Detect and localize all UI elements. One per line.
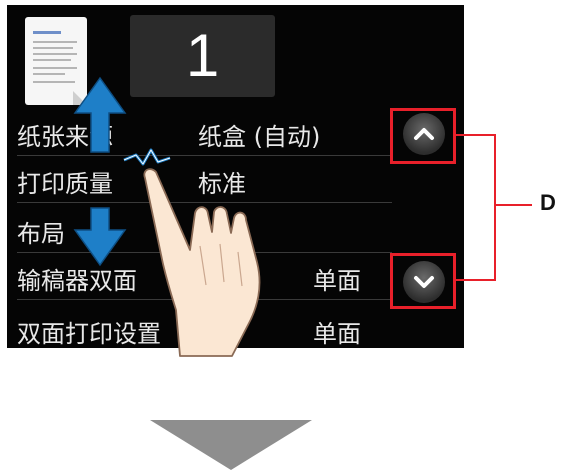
setting-row-print-quality[interactable]: 打印质量 标准 xyxy=(17,160,392,203)
callout-label: D xyxy=(540,190,556,215)
setting-label: 纸张来源 xyxy=(17,123,113,151)
setting-value: 标准 xyxy=(198,170,246,198)
callout-line-bottom xyxy=(456,279,496,281)
copies-field[interactable]: 1 xyxy=(130,15,275,97)
setting-value: 纸盒 (自动) xyxy=(198,123,321,151)
setting-row-adf-duplex[interactable]: 输稿器双面 单面 xyxy=(17,257,392,300)
setting-value: 单面 xyxy=(313,267,361,295)
callout-line-top xyxy=(456,134,496,136)
callout-pointer xyxy=(494,204,532,206)
setting-label: 打印质量 xyxy=(17,170,113,198)
setting-row-layout[interactable]: 布局 xyxy=(17,210,392,253)
setting-label: 双面打印设置 xyxy=(17,320,161,348)
callout-bracket xyxy=(494,134,496,281)
setting-label: 布局 xyxy=(17,220,65,248)
scroll-up-highlight xyxy=(390,108,456,164)
setting-row-paper-source[interactable]: 纸张来源 纸盒 (自动) xyxy=(17,113,392,156)
down-arrow-icon xyxy=(150,420,312,470)
copies-count: 1 xyxy=(185,22,220,89)
document-preview-icon[interactable] xyxy=(25,17,87,105)
setting-value: 单面 xyxy=(313,320,361,348)
setting-row-duplex-print-settings[interactable]: 双面打印设置 单面 xyxy=(17,310,392,348)
setting-label: 输稿器双面 xyxy=(17,267,137,295)
scroll-down-highlight xyxy=(390,253,456,309)
